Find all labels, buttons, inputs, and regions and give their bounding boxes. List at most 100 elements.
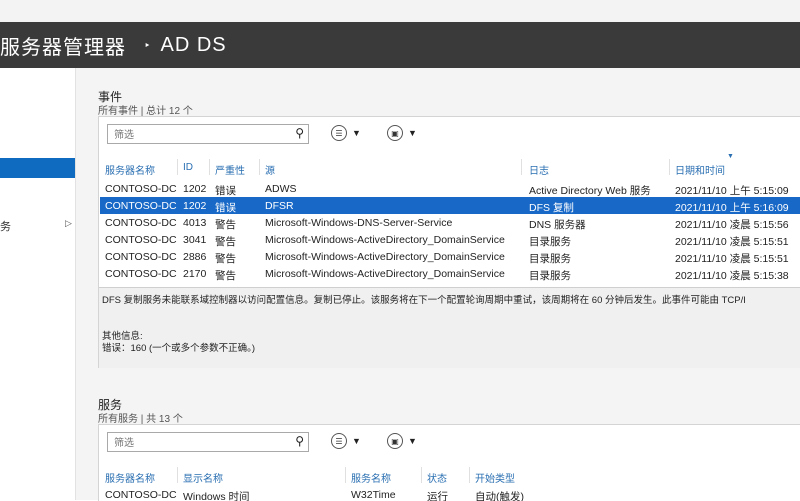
services-filter-input[interactable] — [108, 435, 284, 452]
col-header-display-name[interactable]: 显示名称 — [183, 470, 223, 485]
sidebar-item-selected[interactable] — [0, 158, 75, 178]
cell-source: DFSR — [265, 200, 294, 212]
col-header-log[interactable]: 日志 — [529, 162, 549, 177]
list-icon: ☰ — [331, 125, 347, 141]
events-toolbar: ⚲ ☰ ▼ ▣ ▼ — [99, 117, 800, 151]
events-save-button[interactable]: ▣ ▼ — [387, 125, 417, 141]
event-detail-extra-line: 错误：160 (一个或多个参数不正确。) — [102, 343, 256, 354]
save-icon: ▣ — [387, 125, 403, 141]
events-filter-input[interactable] — [108, 127, 284, 144]
cell-datetime: 2021/11/10 凌晨 5:15:56 — [675, 219, 789, 231]
services-filter-box[interactable]: ⚲ — [107, 432, 309, 452]
col-header-datetime[interactable]: 日期和时间 — [675, 162, 725, 177]
col-header-start-type[interactable]: 开始类型 — [475, 470, 515, 485]
cell-datetime: 2021/11/10 凌晨 5:15:51 — [675, 236, 789, 248]
cell-datetime: 2021/11/10 凌晨 5:15:38 — [675, 270, 789, 282]
cell-severity: 错误 — [215, 202, 236, 214]
cell-server: CONTOSO-DC — [105, 489, 177, 501]
magnifier-icon[interactable]: ⚲ — [295, 126, 304, 140]
cell-severity: 警告 — [215, 236, 236, 248]
col-header-server[interactable]: 服务器名称 — [105, 470, 155, 485]
cell-datetime: 2021/11/10 上午 5:15:09 — [675, 185, 789, 197]
cell-log: 目录服务 — [529, 253, 571, 265]
table-row[interactable]: CONTOSO-DC 4013 警告 Microsoft-Windows-DNS… — [100, 214, 800, 231]
services-panel: ⚲ ☰ ▼ ▣ ▼ 服务器名称 显示名称 服务名称 状态 开始类型 CONTOS… — [98, 424, 800, 501]
cell-id: 2170 — [183, 268, 207, 280]
cell-log: Active Directory Web 服务 — [529, 185, 651, 197]
cell-severity: 警告 — [215, 270, 236, 282]
cell-source: Microsoft-Windows-ActiveDirectory_Domain… — [265, 251, 505, 263]
events-filter-box[interactable]: ⚲ — [107, 124, 309, 144]
events-panel: ⚲ ☰ ▼ ▣ ▼ 服务器名称 ID 严重性 源 日志 日期和时间 ▼ — [98, 116, 800, 368]
cell-service-name: W32Time — [351, 489, 396, 501]
cell-source: Microsoft-Windows-ActiveDirectory_Domain… — [265, 268, 505, 280]
cell-server: CONTOSO-DC — [105, 251, 177, 263]
services-table-header: 服务器名称 显示名称 服务名称 状态 开始类型 — [99, 467, 800, 485]
cell-start-type: 自动(触发) — [475, 491, 524, 501]
col-header-service-name[interactable]: 服务名称 — [351, 470, 391, 485]
col-header-id[interactable]: ID — [183, 162, 193, 173]
caret-down-icon: ▼ — [352, 436, 361, 446]
main-content: 事件 所有事件 | 总计 12 个 ⚲ ☰ ▼ ▣ ▼ 服务器名称 ID 严重性… — [76, 68, 800, 501]
cell-status: 运行 — [427, 491, 448, 501]
table-row[interactable]: CONTOSO-DC 2886 警告 Microsoft-Windows-Act… — [100, 248, 800, 265]
cell-log: DNS 服务器 — [529, 219, 586, 231]
window-top-strip — [0, 0, 800, 22]
cell-id: 3041 — [183, 234, 207, 246]
cell-source: Microsoft-Windows-ActiveDirectory_Domain… — [265, 234, 505, 246]
services-tasks-button[interactable]: ☰ ▼ — [331, 433, 361, 449]
save-icon: ▣ — [387, 433, 403, 449]
event-detail-pane: DFS 复制服务未能联系域控制器以访问配置信息。复制已停止。该服务将在下一个配置… — [99, 287, 800, 368]
events-table-header: 服务器名称 ID 严重性 源 日志 日期和时间 ▼ — [99, 153, 800, 177]
events-section-subtitle: 所有事件 | 总计 12 个 — [98, 106, 193, 117]
services-save-button[interactable]: ▣ ▼ — [387, 433, 417, 449]
cell-source: ADWS — [265, 183, 297, 195]
caret-down-icon: ▼ — [352, 128, 361, 138]
sidebar: 务 ▷ — [0, 68, 76, 500]
cell-server: CONTOSO-DC — [105, 183, 177, 195]
table-row-selected[interactable]: CONTOSO-DC 1202 错误 DFSR DFS 复制 2021/11/1… — [100, 197, 800, 214]
table-row[interactable]: CONTOSO-DC 3041 警告 Microsoft-Windows-Act… — [100, 231, 800, 248]
cell-severity: 错误 — [215, 185, 236, 197]
event-detail-message: DFS 复制服务未能联系域控制器以访问配置信息。复制已停止。该服务将在下一个配置… — [102, 295, 746, 306]
cell-log: 目录服务 — [529, 236, 571, 248]
cell-display-name: Windows 时间 — [183, 491, 250, 501]
cell-id: 2886 — [183, 251, 207, 263]
col-header-severity[interactable]: 严重性 — [215, 162, 245, 177]
cell-server: CONTOSO-DC — [105, 234, 177, 246]
sort-descending-icon: ▼ — [727, 153, 734, 160]
table-row[interactable]: CONTOSO-DC Windows 时间 W32Time 运行 自动(触发) — [100, 486, 800, 501]
cell-server: CONTOSO-DC — [105, 217, 177, 229]
table-row[interactable]: CONTOSO-DC 2170 警告 Microsoft-Windows-Act… — [100, 265, 800, 282]
services-section-subtitle: 所有服务 | 共 13 个 — [98, 414, 183, 425]
table-row[interactable]: CONTOSO-DC 1202 错误 ADWS Active Directory… — [100, 180, 800, 197]
list-icon: ☰ — [331, 433, 347, 449]
sidebar-item-label: 务 — [0, 221, 11, 233]
caret-down-icon: ▼ — [408, 436, 417, 446]
cell-server: CONTOSO-DC — [105, 200, 177, 212]
cell-datetime: 2021/11/10 凌晨 5:15:51 — [675, 253, 789, 265]
magnifier-icon[interactable]: ⚲ — [295, 434, 304, 448]
cell-server: CONTOSO-DC — [105, 268, 177, 280]
col-header-server[interactable]: 服务器名称 — [105, 162, 155, 177]
col-header-status[interactable]: 状态 — [427, 470, 447, 485]
cell-severity: 警告 — [215, 219, 236, 231]
app-title: 服务器管理器 — [0, 36, 126, 59]
cell-log: DFS 复制 — [529, 202, 574, 214]
sidebar-item-services[interactable]: 务 ▷ — [0, 216, 75, 234]
breadcrumb-current[interactable]: AD DS — [161, 34, 227, 57]
cell-severity: 警告 — [215, 253, 236, 265]
chevron-right-icon[interactable]: ▷ — [65, 218, 72, 229]
cell-log: 目录服务 — [529, 270, 571, 282]
caret-down-icon: ▼ — [408, 128, 417, 138]
col-header-source[interactable]: 源 — [265, 162, 275, 177]
cell-id: 1202 — [183, 200, 207, 212]
cell-id: 1202 — [183, 183, 207, 195]
breadcrumb-separator-icon: ‣ — [144, 39, 151, 52]
cell-source: Microsoft-Windows-DNS-Server-Service — [265, 217, 453, 229]
services-toolbar: ⚲ ☰ ▼ ▣ ▼ — [99, 425, 800, 459]
title-bar: 服务器管理器 ‣ AD DS — [0, 22, 800, 68]
events-tasks-button[interactable]: ☰ ▼ — [331, 125, 361, 141]
cell-id: 4013 — [183, 217, 207, 229]
cell-datetime: 2021/11/10 上午 5:16:09 — [675, 202, 789, 214]
